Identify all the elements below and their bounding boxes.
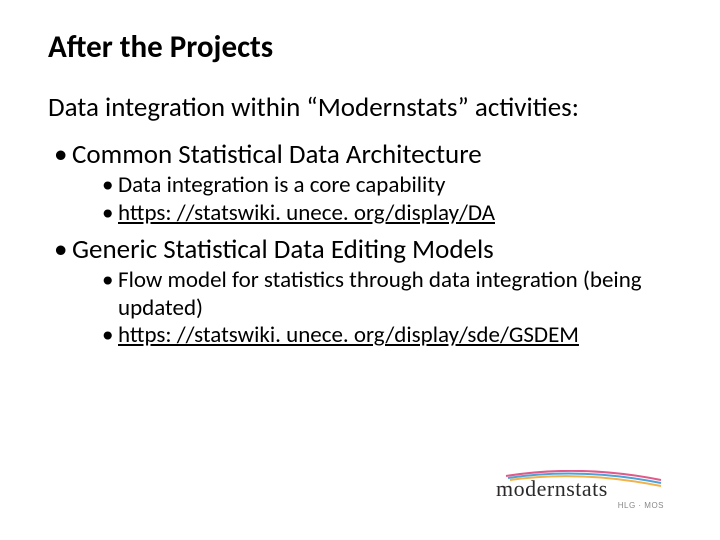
list-item: Common Statistical Data Architecture Dat… <box>54 138 672 227</box>
list-item-label: Generic Statistical Data Editing Models <box>72 233 494 266</box>
list-item: Data integration is a core capability <box>102 172 672 200</box>
list-item: https: //statswiki. unece. org/display/D… <box>102 200 672 228</box>
sub-list: Data integration is a core capability ht… <box>72 172 672 227</box>
list-item: Generic Statistical Data Editing Models … <box>54 233 672 350</box>
slide-title: After the Projects <box>48 30 672 64</box>
list-item-label: Common Statistical Data Architecture <box>72 138 482 171</box>
logo-wordmark: modernstats <box>496 476 608 502</box>
sub-list: Flow model for statistics through data i… <box>72 267 672 350</box>
list-item-label: Data integration is a core capability <box>118 171 445 199</box>
list-item: Flow model for statistics through data i… <box>102 267 672 322</box>
link-text[interactable]: https: //statswiki. unece. org/display/s… <box>118 321 579 349</box>
logo-subtext: HLG · MOS <box>618 501 664 510</box>
bullet-list: Common Statistical Data Architecture Dat… <box>48 138 672 349</box>
modernstats-logo: modernstats HLG · MOS <box>496 470 666 510</box>
list-item-label: Flow model for statistics through data i… <box>118 266 642 322</box>
slide-subtitle: Data integration within “Modernstats” ac… <box>48 92 672 124</box>
link-text[interactable]: https: //statswiki. unece. org/display/D… <box>118 199 495 227</box>
slide: After the Projects Data integration with… <box>0 0 720 540</box>
list-item: https: //statswiki. unece. org/display/s… <box>102 322 672 350</box>
